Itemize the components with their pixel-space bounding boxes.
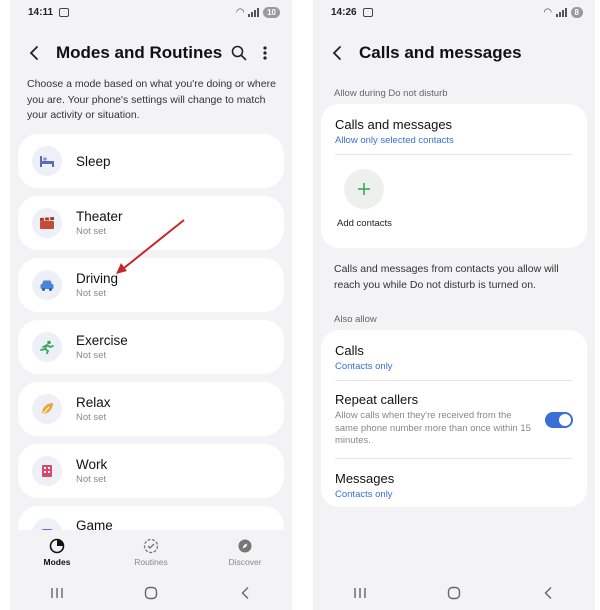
home-icon	[447, 586, 461, 600]
row-subtitle: Contacts only	[335, 489, 393, 500]
repeat-callers-row[interactable]: Repeat callers Allow calls when they're …	[321, 381, 587, 458]
search-icon	[231, 45, 247, 61]
calls-messages-row[interactable]: Calls and messages Allow only selected c…	[321, 104, 587, 154]
home-button[interactable]	[434, 581, 474, 605]
leaf-icon	[32, 394, 62, 424]
nav-tab-routines[interactable]: Routines	[116, 538, 186, 567]
mode-status: Not set	[76, 412, 107, 423]
battery-indicator: 8	[570, 6, 583, 18]
mode-card-sleep[interactable]: Sleep	[18, 134, 284, 188]
recent-apps-icon	[354, 588, 366, 598]
section-label-also-allow: Also allow	[334, 314, 377, 325]
nav-label: Routines	[134, 556, 168, 567]
building-icon	[32, 456, 62, 486]
mode-name: Sleep	[76, 153, 111, 169]
signal-icon	[555, 7, 567, 17]
app-header: Modes and Routines	[10, 38, 292, 68]
section-label-allow-dnd: Allow during Do not disturb	[334, 88, 448, 99]
back-button[interactable]	[327, 43, 347, 63]
nav-label: Modes	[43, 556, 71, 567]
system-navigation-bar	[313, 578, 595, 608]
system-back-button[interactable]	[528, 581, 568, 605]
search-button[interactable]	[226, 40, 252, 66]
app-header: Calls and messages	[313, 38, 595, 68]
mode-name: Exercise	[76, 333, 128, 348]
nav-tab-modes[interactable]: Modes	[22, 538, 92, 567]
screenshot-icon	[59, 7, 70, 17]
signal-icon	[248, 7, 260, 17]
recent-apps-button[interactable]	[37, 581, 77, 605]
row-title: Repeat callers	[335, 392, 419, 407]
repeat-callers-toggle[interactable]	[545, 412, 573, 428]
status-bar: 14:26 ◠ 8	[313, 0, 595, 24]
also-allow-card: Calls Contacts only Repeat callers Allow…	[321, 330, 587, 507]
calls-messages-card: Calls and messages Allow only selected c…	[321, 104, 587, 248]
add-contacts-button[interactable]	[344, 169, 384, 209]
mode-card-work[interactable]: Work Not set	[18, 444, 284, 498]
row-title: Messages	[335, 471, 395, 486]
row-title: Calls and messages	[335, 117, 453, 132]
routines-icon	[143, 538, 159, 553]
back-icon	[241, 587, 249, 599]
mode-card-theater[interactable]: Theater Not set	[18, 196, 284, 250]
mode-card-exercise[interactable]: Exercise Not set	[18, 320, 284, 374]
system-back-button[interactable]	[225, 581, 265, 605]
mode-list: Sleep Theater Not set Driving Not set Ex…	[18, 134, 284, 568]
calls-row[interactable]: Calls Contacts only	[321, 330, 587, 380]
more-options-button[interactable]	[252, 40, 278, 66]
info-text: Calls and messages from contacts you all…	[334, 263, 559, 291]
mode-status: Not set	[76, 226, 107, 237]
screenshot-icon	[362, 7, 373, 17]
bottom-navigation: Modes Routines Discover	[10, 530, 292, 574]
home-icon	[144, 586, 158, 600]
more-vertical-icon	[263, 46, 267, 60]
back-button[interactable]	[24, 43, 44, 63]
mode-name: Driving	[76, 271, 119, 286]
wifi-icon: ◠	[543, 6, 552, 18]
nav-tab-discover[interactable]: Discover	[210, 538, 280, 567]
car-icon	[32, 270, 62, 300]
battery-indicator: 10	[263, 6, 280, 18]
chevron-left-icon	[332, 46, 341, 60]
clapperboard-icon	[32, 208, 62, 238]
mode-card-relax[interactable]: Relax Not set	[18, 382, 284, 436]
messages-row[interactable]: Messages Contacts only	[321, 459, 587, 500]
modes-icon	[49, 538, 65, 553]
home-button[interactable]	[131, 581, 171, 605]
page-title: Calls and messages	[359, 43, 522, 62]
mode-status: Not set	[76, 474, 107, 485]
add-contacts-area: Add contacts	[321, 155, 587, 229]
phone-screen-modes: 14:11 ◠ 10 Modes and Routines Choose a m…	[10, 0, 292, 610]
row-description: Allow calls when they're received from t…	[335, 410, 531, 446]
running-icon	[32, 332, 62, 362]
mode-name: Work	[76, 457, 108, 472]
phone-screen-calls-messages: 14:26 ◠ 8 Calls and messages Allow durin…	[313, 0, 595, 610]
intro-text: Choose a mode based on what you're doing…	[27, 78, 276, 121]
recent-apps-button[interactable]	[340, 581, 380, 605]
status-time: 14:26	[331, 6, 357, 18]
mode-card-driving[interactable]: Driving Not set	[18, 258, 284, 312]
status-time: 14:11	[28, 6, 54, 18]
row-subtitle: Contacts only	[335, 361, 393, 372]
bed-icon	[32, 146, 62, 176]
page-title: Modes and Routines	[56, 43, 223, 62]
status-bar: 14:11 ◠ 10	[10, 0, 292, 24]
mode-status: Not set	[76, 288, 107, 299]
row-subtitle: Allow only selected contacts	[335, 135, 454, 146]
system-navigation-bar	[10, 578, 292, 608]
mode-name: Theater	[76, 209, 123, 224]
mode-name: Relax	[76, 395, 111, 410]
nav-label: Discover	[228, 556, 262, 567]
add-contacts-label: Add contacts	[337, 218, 392, 229]
wifi-icon: ◠	[236, 6, 245, 18]
compass-icon	[238, 539, 252, 552]
back-icon	[544, 587, 552, 599]
plus-icon	[358, 183, 370, 195]
row-title: Calls	[335, 343, 364, 358]
recent-apps-icon	[51, 588, 63, 598]
chevron-left-icon	[29, 46, 38, 60]
mode-status: Not set	[76, 350, 107, 361]
